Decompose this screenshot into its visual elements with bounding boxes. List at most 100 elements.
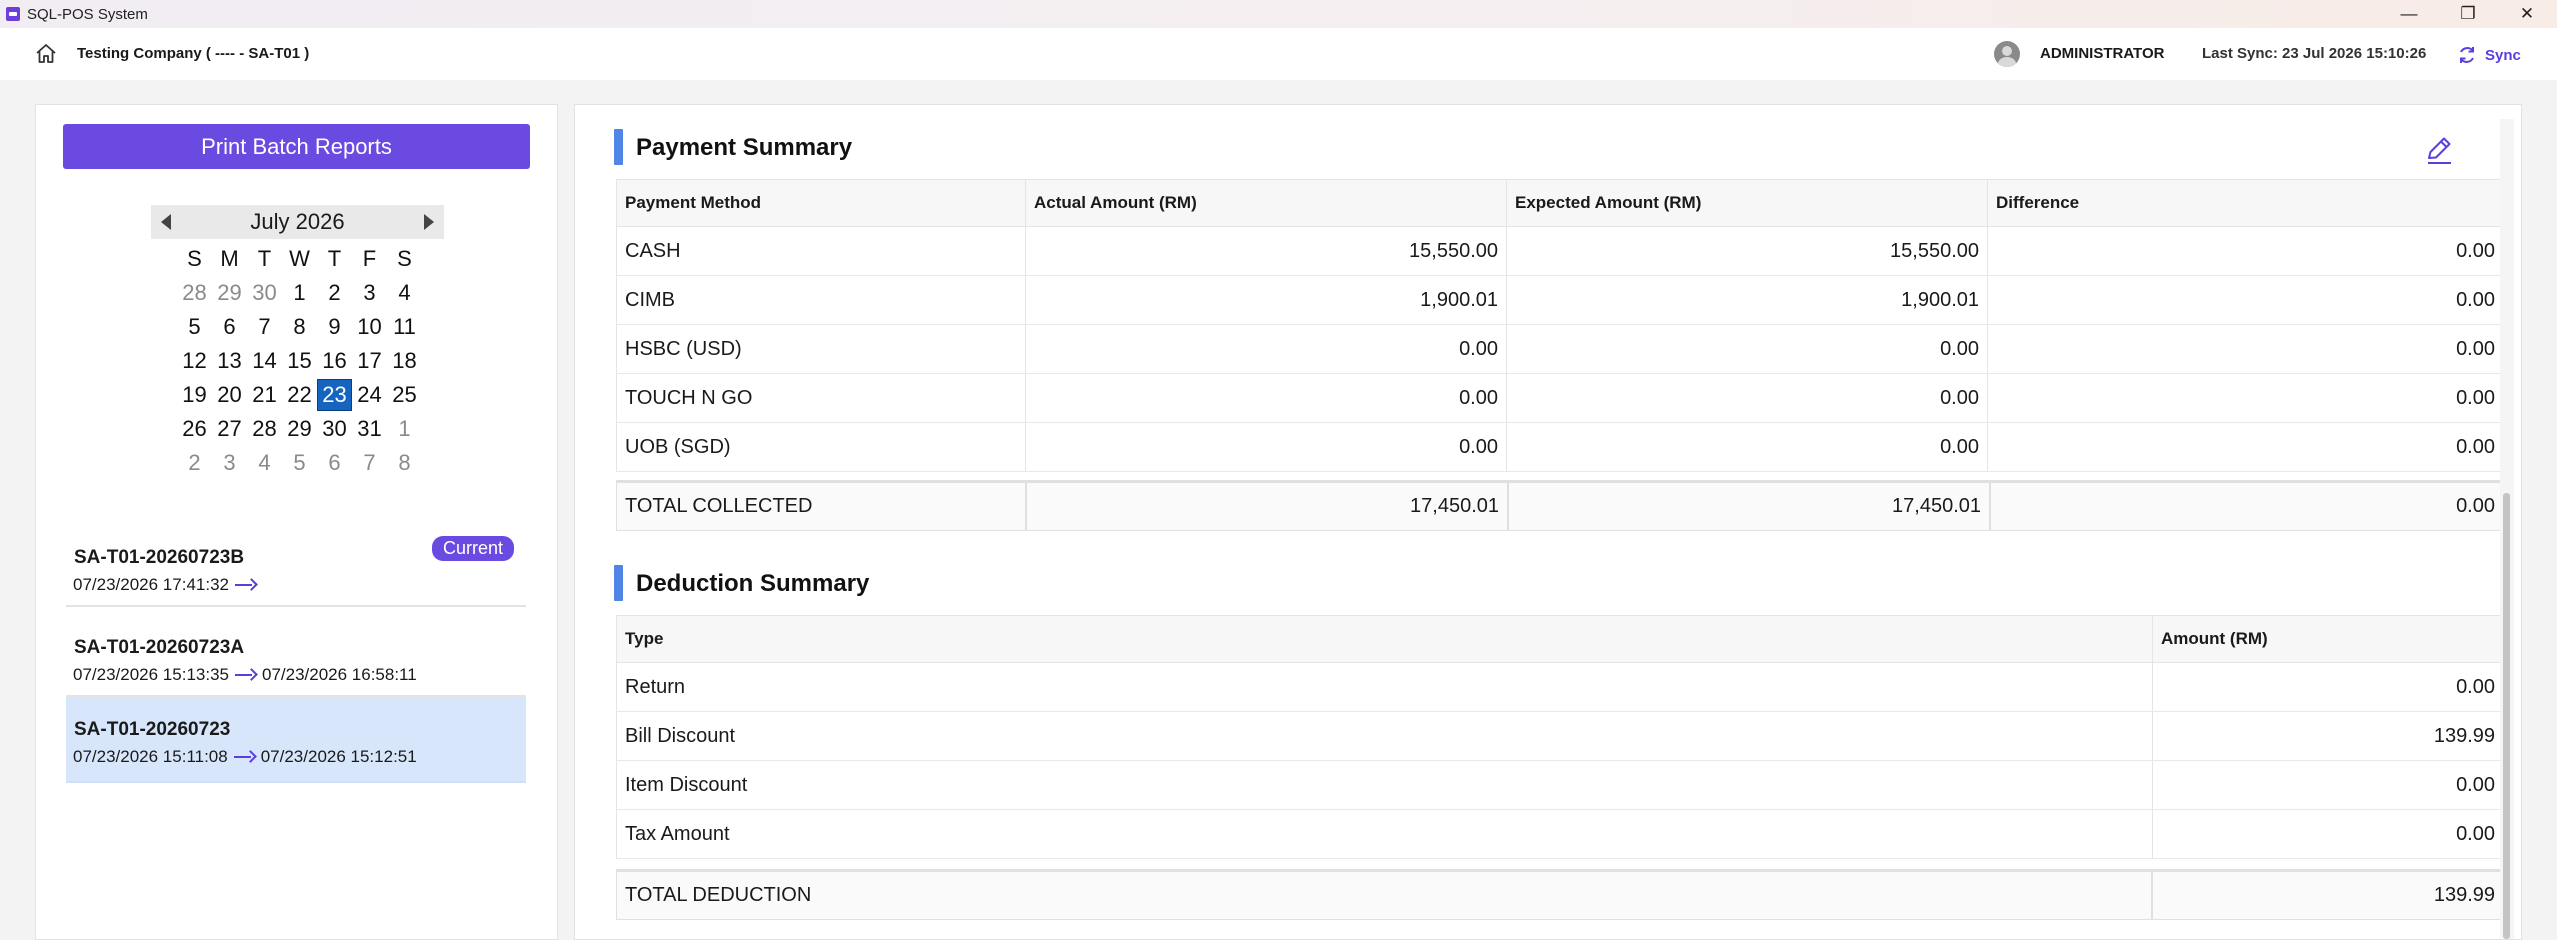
calendar-week-row: 5 6 7 8 9 10 11 [177, 310, 423, 344]
calendar-day[interactable]: 2 [317, 277, 352, 309]
calendar-day[interactable]: 3 [352, 277, 387, 309]
calendar-day[interactable]: 27 [212, 413, 247, 445]
print-batch-reports-button[interactable]: Print Batch Reports [63, 124, 530, 169]
batch-id: SA-T01-20260723 [74, 719, 231, 740]
payment-method: TOUCH N GO [616, 373, 1026, 423]
calendar-day[interactable]: 19 [177, 379, 212, 411]
calendar-week-row: 2345678 [177, 446, 423, 480]
calendar-day[interactable]: 8 [387, 447, 422, 479]
calendar-week-row: 12 13 14 15 16 17 18 [177, 344, 423, 378]
calendar-day[interactable]: 20 [212, 379, 247, 411]
calendar-day[interactable]: 18 [387, 345, 422, 377]
calendar-day[interactable]: 29 [212, 277, 247, 309]
calendar-day[interactable]: 1 [387, 413, 422, 445]
calendar-day[interactable]: 11 [387, 311, 422, 343]
calendar-grid: S M T W T F S 28 29 30 1 2 3 4 5 6 7 8 9 10 11 12 13 14 15 16 17 18… [177, 242, 423, 480]
deduction-type: Bill Discount [616, 711, 2153, 761]
batch-times: 07/23/2026 15:13:35 07/23/2026 16:58:11 [73, 665, 417, 685]
calendar-day[interactable]: 5 [282, 447, 317, 479]
home-icon[interactable] [34, 42, 58, 66]
calendar-day[interactable]: 21 [247, 379, 282, 411]
calendar-day[interactable]: 4 [387, 277, 422, 309]
calendar-day[interactable]: 12 [177, 345, 212, 377]
column-header: Actual Amount (RM) [1025, 179, 1507, 227]
calendar-week-row: 19 20 21 22 23 24 25 [177, 378, 423, 412]
batch-item[interactable]: SA-T01-20260723A 07/23/2026 15:13:35 07/… [66, 615, 526, 697]
table-row: HSBC (USD) 0.00 0.00 0.00 [616, 324, 2504, 374]
payment-summary-table: Payment Method Actual Amount (RM) Expect… [616, 179, 2504, 472]
calendar-day[interactable]: 5 [177, 311, 212, 343]
calendar-day[interactable]: 6 [212, 311, 247, 343]
calendar-day[interactable]: 4 [247, 447, 282, 479]
window-title: SQL-POS System [27, 6, 148, 23]
calendar-next-month-icon[interactable] [424, 214, 434, 230]
column-header: Expected Amount (RM) [1506, 179, 1988, 227]
calendar-day[interactable]: 6 [317, 447, 352, 479]
calendar-day[interactable]: 16 [317, 345, 352, 377]
actual-amount: 1,900.01 [1025, 275, 1507, 325]
calendar-day[interactable]: 29 [282, 413, 317, 445]
app-logo-icon [6, 7, 20, 21]
calendar-prev-month-icon[interactable] [161, 214, 171, 230]
calendar-day-selected[interactable]: 23 [317, 379, 352, 411]
calendar-day[interactable]: 8 [282, 311, 317, 343]
calendar-day[interactable]: 17 [352, 345, 387, 377]
sync-button[interactable]: Sync [2457, 40, 2521, 70]
maximize-button[interactable]: ❐ [2448, 2, 2488, 26]
arrow-right-icon [233, 752, 256, 762]
deduction-type: Item Discount [616, 760, 2153, 810]
edit-icon[interactable] [2422, 133, 2456, 167]
batch-item-selected[interactable]: SA-T01-20260723 07/23/2026 15:11:08 07/2… [66, 697, 526, 783]
total-label: TOTAL COLLECTED [616, 482, 1026, 531]
calendar-day[interactable]: 9 [317, 311, 352, 343]
batch-item[interactable]: SA-T01-20260723B Current 07/23/2026 17:4… [66, 525, 526, 607]
calendar-day[interactable]: 26 [177, 413, 212, 445]
calendar-day[interactable]: 7 [247, 311, 282, 343]
minimize-button[interactable]: — [2389, 2, 2429, 26]
batch-end-time: 07/23/2026 16:58:11 [261, 665, 417, 684]
close-button[interactable]: ✕ [2507, 2, 2547, 26]
calendar-day[interactable]: 7 [352, 447, 387, 479]
table-row: CIMB 1,900.01 1,900.01 0.00 [616, 275, 2504, 325]
total-actual: 17,450.01 [1026, 482, 1508, 531]
batch-report-panel: Payment Summary Payment Method Actual Am… [574, 104, 2522, 940]
deduction-type: Return [616, 662, 2153, 712]
scrollbar-thumb[interactable] [2503, 493, 2510, 939]
actual-amount: 15,550.00 [1025, 226, 1507, 276]
last-sync-status: Last Sync: 23 Jul 2026 15:10:26 [2202, 45, 2427, 62]
calendar-day[interactable]: 1 [282, 277, 317, 309]
calendar-day[interactable]: 22 [282, 379, 317, 411]
calendar-day[interactable]: 28 [177, 277, 212, 309]
column-header: Difference [1987, 179, 2504, 227]
calendar-day[interactable]: 14 [247, 345, 282, 377]
calendar-day[interactable]: 3 [212, 447, 247, 479]
calendar-day[interactable]: 10 [352, 311, 387, 343]
calendar-day[interactable]: 2 [177, 447, 212, 479]
calendar-day[interactable]: 31 [352, 413, 387, 445]
calendar-day[interactable]: 15 [282, 345, 317, 377]
batch-end-time: 07/23/2026 15:12:51 [260, 747, 417, 766]
batch-times: 07/23/2026 17:41:32 [73, 575, 262, 595]
payment-method: UOB (SGD) [616, 422, 1026, 472]
calendar-day[interactable]: 25 [387, 379, 422, 411]
calendar-month-label[interactable]: July 2026 [250, 209, 344, 235]
difference: 0.00 [1987, 324, 2504, 374]
table-row: TOUCH N GO 0.00 0.00 0.00 [616, 373, 2504, 423]
arrow-right-icon [234, 670, 257, 680]
calendar-day[interactable]: 24 [352, 379, 387, 411]
total-collected-row: TOTAL COLLECTED 17,450.01 17,450.01 0.00 [616, 482, 2504, 531]
calendar-weekday: W [289, 246, 310, 271]
calendar-day[interactable]: 13 [212, 345, 247, 377]
calendar-day[interactable]: 28 [247, 413, 282, 445]
table-row: CASH 15,550.00 15,550.00 0.00 [616, 226, 2504, 276]
calendar-day[interactable]: 30 [317, 413, 352, 445]
calendar-day[interactable]: 30 [247, 277, 282, 309]
payment-summary-title: Payment Summary [636, 134, 853, 161]
batch-sidebar: Print Batch Reports July 2026 S M T W T F S 28 2… [35, 104, 558, 940]
payment-method: CIMB [616, 275, 1026, 325]
table-row: Return 0.00 [616, 662, 2504, 712]
expected-amount: 1,900.01 [1506, 275, 1988, 325]
expected-amount: 0.00 [1506, 422, 1988, 472]
difference: 0.00 [1987, 422, 2504, 472]
avatar[interactable] [1994, 41, 2020, 67]
